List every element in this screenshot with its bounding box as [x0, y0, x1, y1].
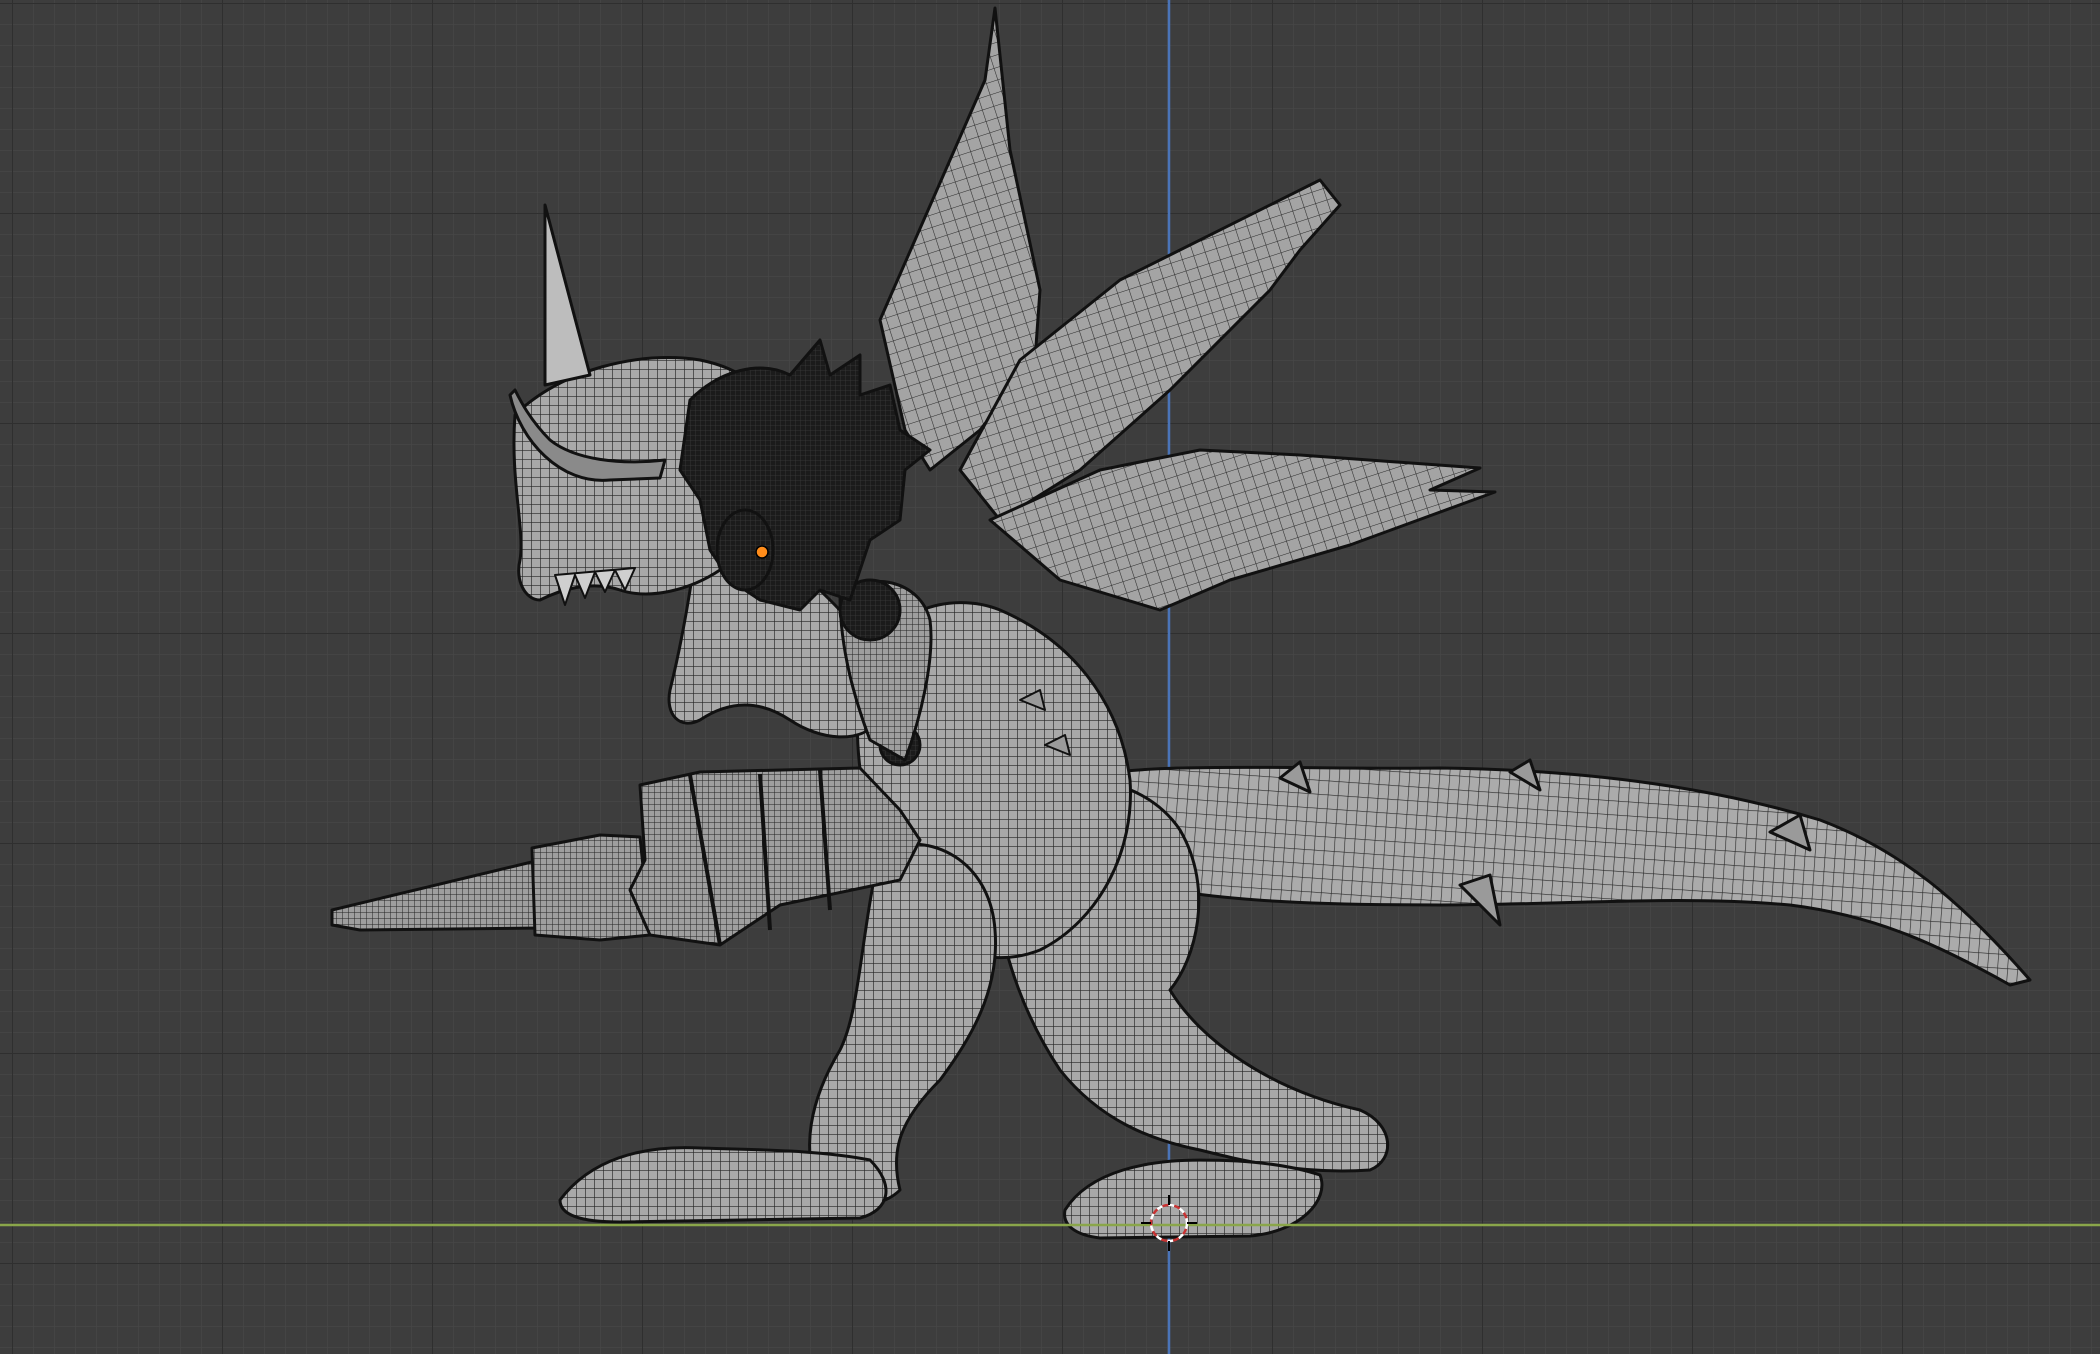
object-origin-icon[interactable]	[755, 545, 769, 559]
3d-viewport[interactable]	[0, 0, 2100, 1354]
